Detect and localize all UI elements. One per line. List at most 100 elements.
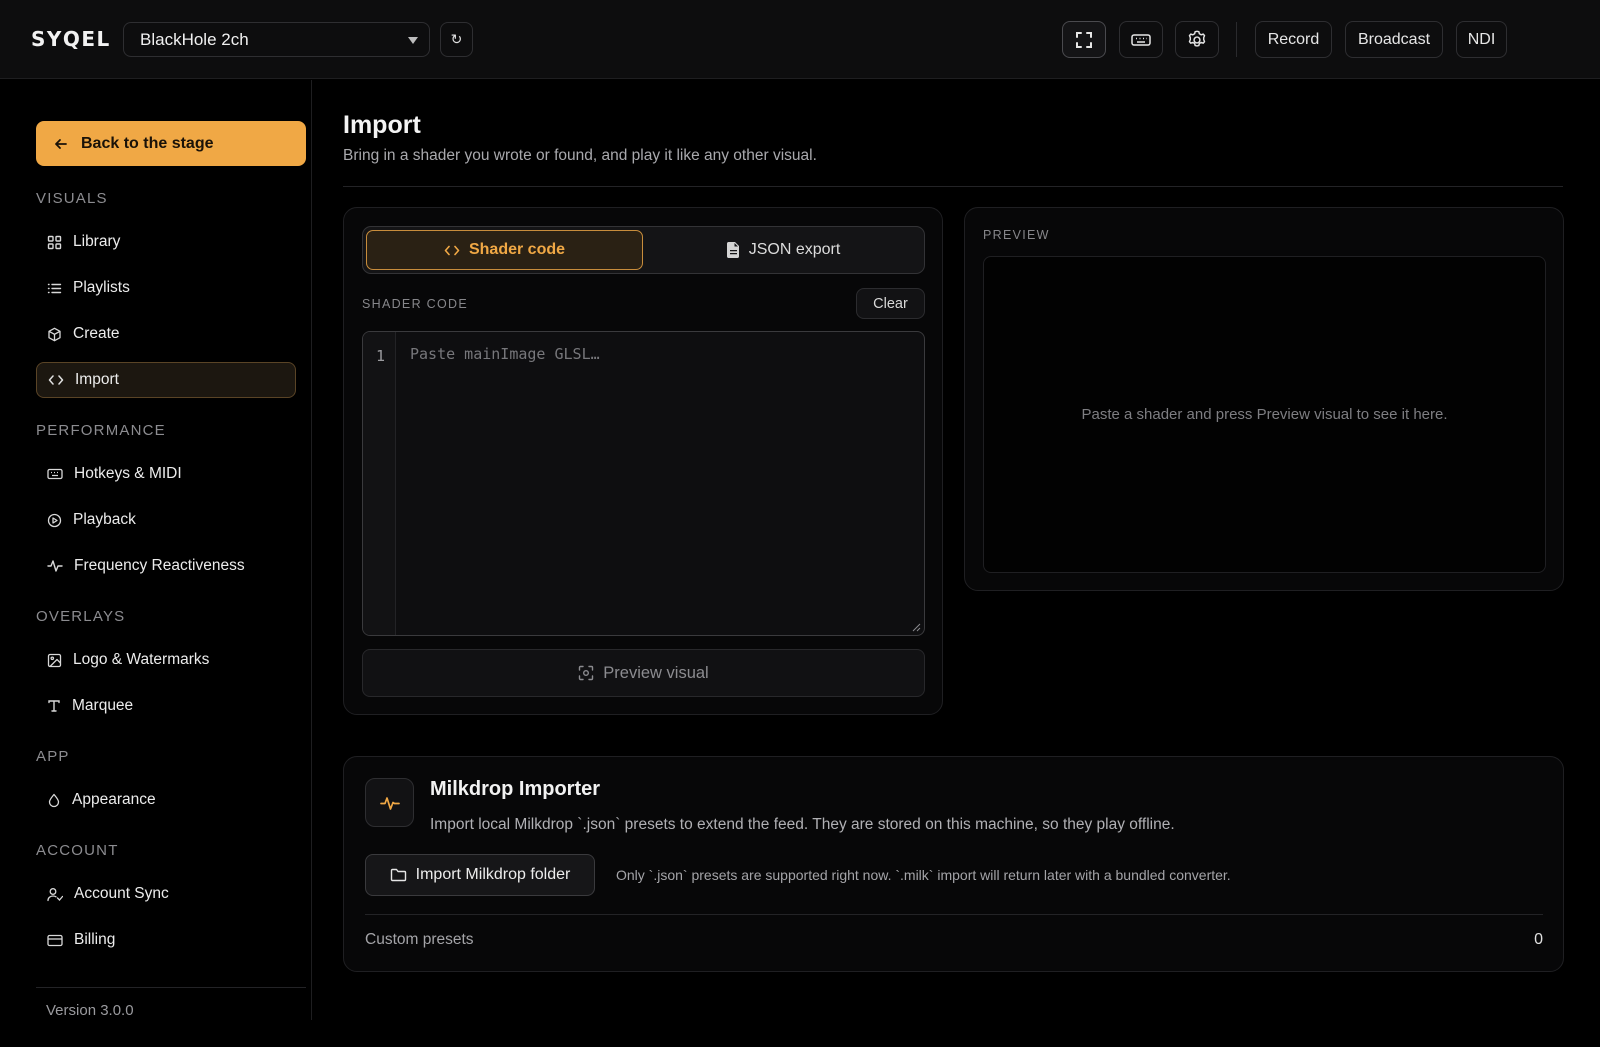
section-title-overlays: OVERLAYS bbox=[36, 608, 126, 625]
resize-handle-icon[interactable] bbox=[912, 623, 921, 632]
sidebar-item-import[interactable]: Import bbox=[36, 362, 296, 398]
sidebar-item-frequency[interactable]: Frequency Reactiveness bbox=[36, 548, 296, 584]
record-button[interactable]: Record bbox=[1255, 21, 1332, 58]
sidebar: Back to the stage VISUALS Library Playli… bbox=[0, 80, 312, 1020]
clear-button[interactable]: Clear bbox=[856, 288, 925, 319]
grid-icon bbox=[47, 235, 62, 249]
line-number: 1 bbox=[376, 347, 386, 365]
code-icon bbox=[444, 245, 460, 255]
tab-label: JSON export bbox=[748, 241, 841, 258]
line-gutter bbox=[363, 332, 396, 635]
preview-label: PREVIEW bbox=[983, 228, 1050, 242]
credit-card-icon bbox=[47, 934, 63, 946]
page-subtitle: Bring in a shader you wrote or found, an… bbox=[343, 147, 817, 164]
sidebar-item-account-sync[interactable]: Account Sync bbox=[36, 876, 296, 912]
milkdrop-icon-tile bbox=[365, 778, 414, 827]
sidebar-item-playlists[interactable]: Playlists bbox=[36, 270, 296, 306]
settings-button[interactable] bbox=[1175, 21, 1219, 58]
section-title-account: ACCOUNT bbox=[36, 842, 119, 859]
audio-device-value: BlackHole 2ch bbox=[140, 29, 249, 49]
sidebar-item-logo-watermarks[interactable]: Logo & Watermarks bbox=[36, 642, 296, 678]
version-label: Version 3.0.0 bbox=[46, 1002, 134, 1019]
custom-presets-count: 0 bbox=[1534, 931, 1543, 948]
milkdrop-note: Only `.json` presets are supported right… bbox=[616, 867, 1231, 883]
section-title-app: APP bbox=[36, 748, 70, 765]
back-to-stage-button[interactable]: Back to the stage bbox=[36, 121, 306, 166]
custom-presets-label: Custom presets bbox=[365, 931, 474, 948]
shader-code-editor: 1 bbox=[362, 331, 925, 636]
refresh-icon: ↻ bbox=[450, 31, 463, 47]
milkdrop-description: Import local Milkdrop `.json` presets to… bbox=[430, 816, 1175, 833]
pulse-icon bbox=[379, 796, 400, 810]
keyboard-button[interactable] bbox=[1119, 21, 1163, 58]
sidebar-item-billing[interactable]: Billing bbox=[36, 922, 296, 958]
play-circle-icon bbox=[47, 513, 62, 527]
sidebar-item-marquee[interactable]: Marquee bbox=[36, 688, 296, 724]
broadcast-button[interactable]: Broadcast bbox=[1345, 21, 1443, 58]
sidebar-item-label: Billing bbox=[74, 931, 116, 948]
shader-editor-card: Shader code JSON export SHADER CODE Clea… bbox=[343, 207, 943, 715]
droplet-icon bbox=[48, 793, 60, 807]
sidebar-item-appearance[interactable]: Appearance bbox=[36, 782, 296, 818]
audio-device-select[interactable]: BlackHole 2ch bbox=[123, 22, 430, 57]
refresh-devices-button[interactable]: ↻ bbox=[440, 22, 473, 57]
file-icon bbox=[726, 242, 739, 258]
shader-code-input[interactable] bbox=[410, 345, 910, 363]
scan-eye-icon bbox=[579, 665, 594, 681]
preview-canvas: Paste a shader and press Preview visual … bbox=[983, 256, 1546, 573]
import-milkdrop-folder-button[interactable]: Import Milkdrop folder bbox=[365, 854, 595, 896]
arrow-left-icon bbox=[55, 138, 67, 149]
user-sync-icon bbox=[47, 887, 63, 901]
sidebar-item-label: Library bbox=[73, 233, 121, 250]
sidebar-item-hotkeys[interactable]: Hotkeys & MIDI bbox=[36, 456, 296, 492]
sidebar-item-library[interactable]: Library bbox=[36, 224, 296, 260]
fullscreen-button[interactable] bbox=[1062, 21, 1106, 58]
code-icon bbox=[48, 375, 64, 385]
pulse-icon bbox=[47, 560, 63, 572]
preview-visual-button[interactable]: Preview visual bbox=[362, 649, 925, 697]
tab-label: Shader code bbox=[468, 241, 566, 258]
keyboard-icon bbox=[1131, 33, 1151, 46]
folder-icon bbox=[390, 868, 406, 882]
milkdrop-divider bbox=[365, 914, 1543, 915]
sidebar-item-label: Hotkeys & MIDI bbox=[74, 465, 182, 482]
page-title: Import bbox=[343, 111, 421, 139]
cube-icon bbox=[48, 327, 61, 341]
milkdrop-title: Milkdrop Importer bbox=[430, 778, 601, 800]
preview-card: PREVIEW Paste a shader and press Preview… bbox=[964, 207, 1564, 591]
section-title-visuals: VISUALS bbox=[36, 190, 108, 207]
sidebar-item-label: Playback bbox=[73, 511, 136, 528]
back-to-stage-label: Back to the stage bbox=[81, 134, 214, 152]
import-milkdrop-folder-label: Import Milkdrop folder bbox=[415, 866, 571, 883]
sidebar-item-label: Import bbox=[75, 371, 119, 388]
tab-shader-code[interactable]: Shader code bbox=[366, 230, 643, 270]
preview-empty-text: Paste a shader and press Preview visual … bbox=[1081, 406, 1448, 423]
sidebar-item-label: Appearance bbox=[72, 791, 156, 808]
app-logo: SYQEL bbox=[31, 27, 111, 51]
sidebar-item-label: Logo & Watermarks bbox=[73, 651, 210, 668]
header-divider bbox=[343, 186, 1563, 187]
milkdrop-importer-card: Milkdrop Importer Import local Milkdrop … bbox=[343, 756, 1564, 972]
toolbar-divider bbox=[1236, 22, 1237, 57]
shader-code-label: SHADER CODE bbox=[362, 297, 468, 311]
sidebar-item-create[interactable]: Create bbox=[36, 316, 296, 352]
sidebar-item-label: Account Sync bbox=[74, 885, 169, 902]
sidebar-item-playback[interactable]: Playback bbox=[36, 502, 296, 538]
gear-icon bbox=[1188, 30, 1206, 47]
sidebar-item-label: Frequency Reactiveness bbox=[74, 557, 245, 574]
fullscreen-icon bbox=[1076, 31, 1092, 48]
import-mode-tabs: Shader code JSON export bbox=[362, 226, 925, 274]
sidebar-item-label: Create bbox=[73, 325, 120, 342]
preview-visual-label: Preview visual bbox=[603, 663, 709, 682]
ndi-button[interactable]: NDI bbox=[1456, 21, 1507, 58]
image-icon bbox=[47, 653, 62, 667]
sidebar-item-label: Marquee bbox=[72, 697, 134, 714]
sidebar-divider bbox=[36, 987, 306, 988]
type-icon bbox=[48, 700, 60, 712]
section-title-performance: PERFORMANCE bbox=[36, 422, 166, 439]
chevron-down-icon bbox=[408, 37, 418, 44]
top-bar: SYQEL BlackHole 2ch ↻ Record Broadcast N… bbox=[0, 0, 1600, 79]
list-icon bbox=[47, 283, 62, 293]
tab-json-export[interactable]: JSON export bbox=[645, 230, 922, 270]
keyboard-icon bbox=[47, 468, 63, 480]
